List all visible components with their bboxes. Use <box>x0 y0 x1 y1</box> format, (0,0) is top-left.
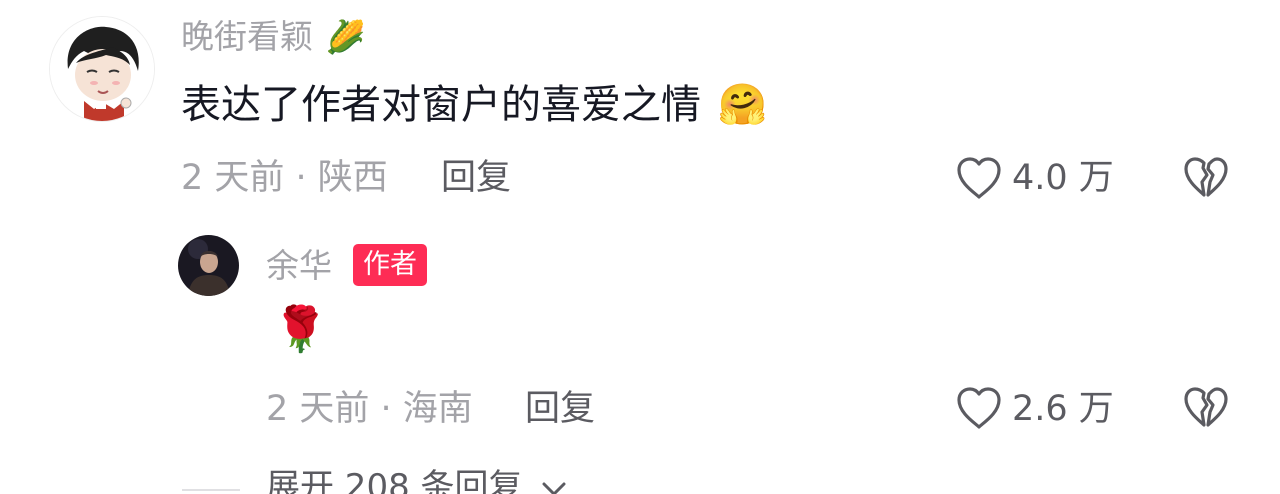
heart-outline-icon[interactable] <box>955 155 1003 201</box>
author-username[interactable]: 余华 <box>266 249 332 282</box>
rose-emoji-icon: 🌹 <box>273 304 328 355</box>
expand-replies-label[interactable]: 展开 208 条回复 <box>266 467 523 494</box>
author-badge: 作者 <box>353 244 427 286</box>
author-reply-time-location: 2 天前 · 海南 <box>266 389 473 429</box>
comment-text-body: 表达了作者对窗户的喜爱之情 <box>181 82 701 128</box>
commenter-username[interactable]: 晚街看颖 🌽 <box>181 20 365 53</box>
chevron-down-icon[interactable] <box>541 480 567 494</box>
commenter-avatar[interactable] <box>49 16 155 122</box>
broken-heart-icon[interactable] <box>1183 155 1229 201</box>
author-reply-button[interactable]: 回复 <box>525 392 595 427</box>
commenter-username-text[interactable]: 晚街看颖 <box>181 17 313 56</box>
author-avatar[interactable] <box>178 235 239 296</box>
author-reply-like-count: 2.6 万 <box>1012 389 1114 429</box>
expand-replies-button[interactable]: 展开 208 条回复 <box>266 470 567 494</box>
expand-divider <box>182 489 240 491</box>
comment-text: 表达了作者对窗户的喜爱之情 🤗 <box>181 85 768 125</box>
comment-thread: 晚街看颖 🌽 表达了作者对窗户的喜爱之情 🤗 2 天前 · 陕西 回复 4.0 … <box>0 0 1280 494</box>
comment-time-location: 2 天前 · 陕西 <box>181 158 388 198</box>
corn-emoji-icon: 🌽 <box>325 18 366 56</box>
broken-heart-icon[interactable] <box>1183 385 1229 431</box>
hugging-face-emoji-icon: 🤗 <box>717 82 768 128</box>
heart-outline-icon[interactable] <box>955 385 1003 431</box>
comment-reply-button[interactable]: 回复 <box>441 161 511 196</box>
comment-like-count: 4.0 万 <box>1012 158 1114 198</box>
